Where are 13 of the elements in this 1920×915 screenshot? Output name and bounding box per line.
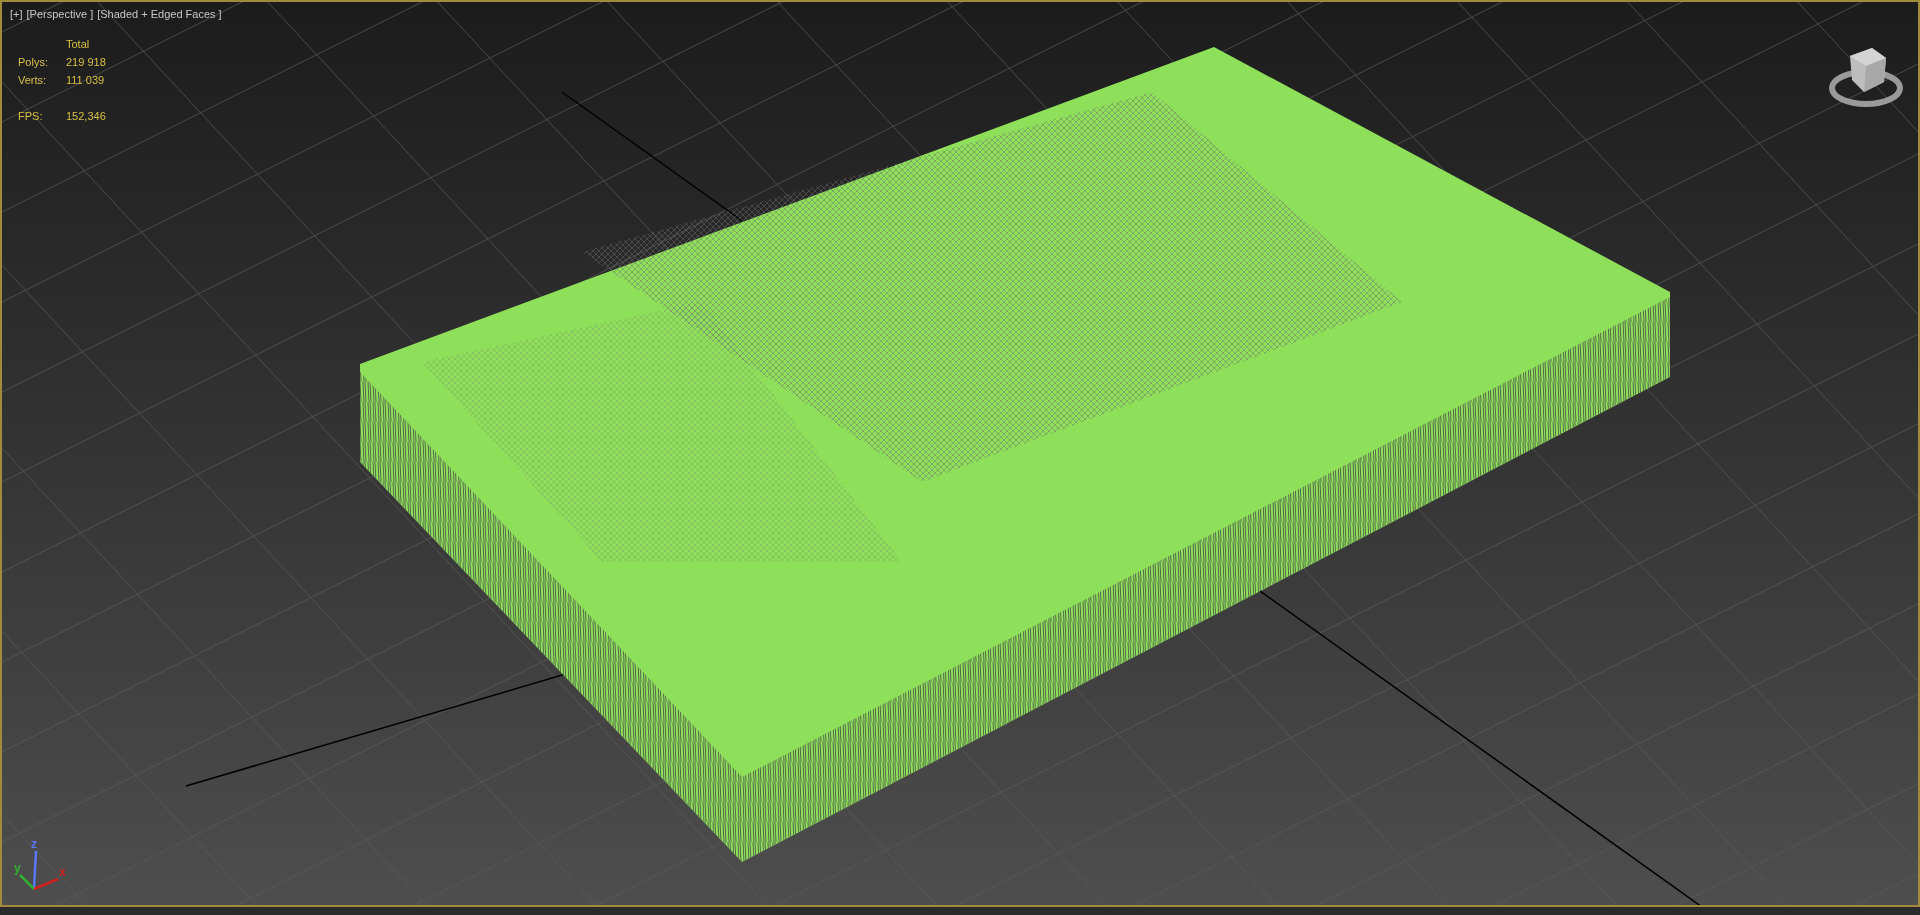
axis-label: z bbox=[31, 837, 37, 851]
stats-label: Polys: bbox=[18, 54, 49, 70]
axis-label: y bbox=[14, 861, 21, 875]
stats-value: 219 918 bbox=[66, 54, 107, 70]
stats-header: Total bbox=[66, 36, 91, 52]
viewport-label[interactable]: [+] bbox=[10, 6, 23, 23]
stats-label: Verts: bbox=[18, 72, 48, 88]
fps-value: 152,346 bbox=[66, 108, 107, 124]
viewport-label[interactable]: [Shaded + Edged Faces ] bbox=[97, 6, 222, 23]
viewport-label[interactable]: [Perspective ] bbox=[26, 6, 94, 23]
stats-value: 111 039 bbox=[66, 72, 106, 88]
axis-label: x bbox=[59, 865, 66, 879]
fps-label: FPS: bbox=[18, 108, 44, 124]
